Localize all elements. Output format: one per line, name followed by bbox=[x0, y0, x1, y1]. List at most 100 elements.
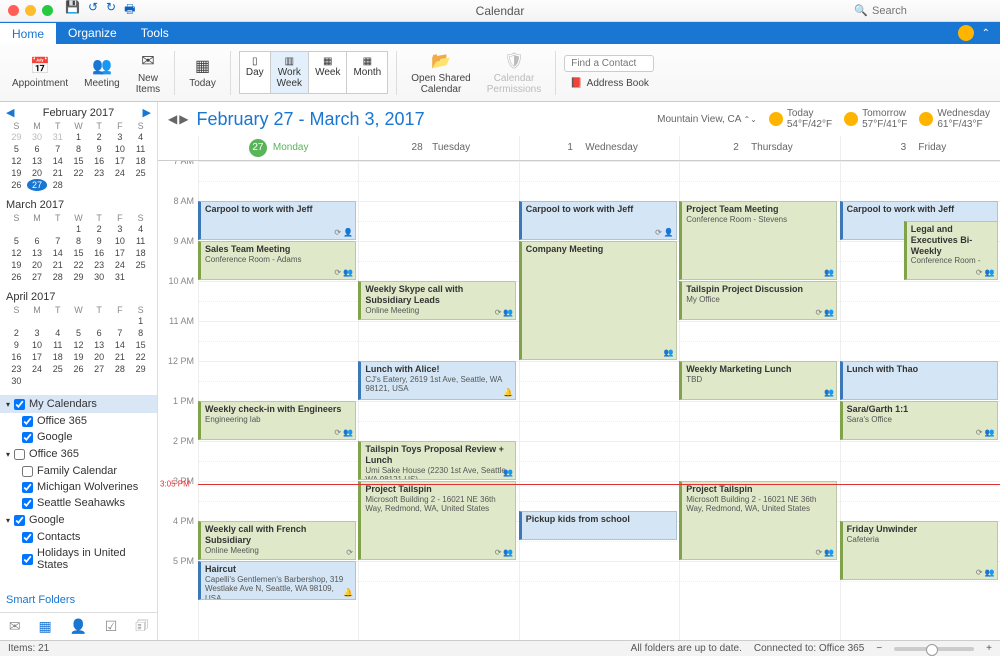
nav-people-icon[interactable]: 👤 bbox=[70, 618, 87, 635]
nav-mail-icon[interactable]: ✉ bbox=[9, 618, 21, 635]
tree-item[interactable]: Family Calendar bbox=[0, 463, 157, 479]
calendar-grid[interactable]: Carpool to work with Jeff⟳👤Sales Team Me… bbox=[198, 161, 1000, 640]
calendar-checkbox[interactable] bbox=[14, 399, 25, 410]
calendar-checkbox[interactable] bbox=[22, 482, 33, 493]
calendar-event[interactable]: Weekly Marketing LunchTBD👥 bbox=[679, 361, 837, 400]
find-contact-input[interactable] bbox=[564, 55, 654, 72]
calendar-checkbox[interactable] bbox=[14, 515, 25, 526]
tree-item[interactable]: Office 365 bbox=[0, 413, 157, 429]
undo-icon[interactable]: ↺ bbox=[88, 0, 98, 21]
calendar-event[interactable]: Weekly call with French SubsidiaryOnline… bbox=[198, 521, 356, 560]
weather-location[interactable]: Mountain View, CA⌃⌄ bbox=[657, 114, 757, 125]
calendar-checkbox[interactable] bbox=[22, 416, 33, 427]
event-status-icon: 🔔 bbox=[503, 388, 513, 398]
calendar-event[interactable]: Carpool to work with Jeff⟳👤 bbox=[519, 201, 677, 240]
weather-day[interactable]: Wednesday61°F/43°F bbox=[919, 108, 990, 130]
prev-month-icon[interactable]: ◀ bbox=[6, 106, 14, 119]
day-column-header[interactable]: 27Monday bbox=[198, 136, 358, 160]
day-column-header[interactable]: 28Tuesday bbox=[358, 136, 518, 160]
zoom-icon[interactable] bbox=[42, 5, 53, 16]
address-book-icon: 📕 bbox=[570, 78, 582, 89]
avatar[interactable] bbox=[958, 25, 974, 41]
event-title: Legal and Executives Bi-Weekly bbox=[911, 224, 993, 256]
calendar-event[interactable]: HaircutCapelli's Gentlemen's Barbershop,… bbox=[198, 561, 356, 600]
tree-item[interactable]: Contacts bbox=[0, 529, 157, 545]
prev-week-button[interactable]: ◀ bbox=[168, 112, 177, 126]
day-column-header[interactable]: 3Friday bbox=[840, 136, 1000, 160]
calendar-checkbox[interactable] bbox=[22, 466, 33, 477]
view-workweek-button[interactable]: ▥Work Week bbox=[271, 51, 309, 94]
nav-tasks-icon[interactable]: ☑ bbox=[105, 618, 118, 635]
calendar-event[interactable]: Sara/Garth 1:1Sara's Office⟳👥 bbox=[840, 401, 998, 440]
calendar-event[interactable]: Friday UnwinderCafeteria⟳👥 bbox=[840, 521, 998, 580]
nav-calendar-icon[interactable]: ▦ bbox=[38, 618, 51, 635]
tree-group[interactable]: ▾Google bbox=[0, 511, 157, 529]
calendar-event[interactable]: Sales Team MeetingConference Room - Adam… bbox=[198, 241, 356, 280]
calendar-event[interactable]: Company Meeting👥 bbox=[519, 241, 677, 360]
calendar-event[interactable]: Carpool to work with Jeff⟳👤 bbox=[198, 201, 356, 240]
mini-calendar[interactable]: ◀February 2017▶SMTWTFS293031123456789101… bbox=[0, 102, 157, 195]
tree-group[interactable]: ▾My Calendars bbox=[0, 395, 157, 413]
zoom-slider[interactable] bbox=[894, 647, 974, 651]
view-month-button[interactable]: ▦Month bbox=[347, 51, 388, 94]
nav-bar: ✉ ▦ 👤 ☑ 🗊 bbox=[0, 612, 157, 640]
tab-tools[interactable]: Tools bbox=[129, 22, 181, 44]
address-book-button[interactable]: 📕Address Book bbox=[564, 76, 655, 91]
mini-calendar[interactable]: March 2017SMTWTFS12345678910111213141516… bbox=[0, 195, 157, 287]
calendar-event[interactable]: Tailspin Toys Proposal Review + LunchUmi… bbox=[358, 441, 516, 480]
calendar-checkbox[interactable] bbox=[22, 432, 33, 443]
smart-folders[interactable]: Smart Folders bbox=[0, 588, 157, 612]
tree-item[interactable]: Holidays in United States bbox=[0, 545, 157, 573]
weather-bar: Mountain View, CA⌃⌄ Today54°F/42°F Tomorr… bbox=[657, 108, 990, 130]
search-input[interactable] bbox=[872, 5, 992, 17]
tree-group[interactable]: ▾Office 365 bbox=[0, 445, 157, 463]
calendar-event[interactable]: Tailspin Project DiscussionMy Office⟳👥 bbox=[679, 281, 837, 320]
tree-item[interactable]: Seattle Seahawks bbox=[0, 495, 157, 511]
nav-notes-icon[interactable]: 🗊 bbox=[135, 615, 148, 639]
calendar-event[interactable]: Project Team MeetingConference Room - St… bbox=[679, 201, 837, 280]
day-column-header[interactable]: 2Thursday bbox=[679, 136, 839, 160]
mini-calendar[interactable]: April 2017SMTWTFS12345678910111213141516… bbox=[0, 287, 157, 391]
weather-day[interactable]: Today54°F/42°F bbox=[769, 108, 832, 130]
new-icon: ✉ bbox=[138, 51, 158, 71]
weather-day[interactable]: Tomorrow57°F/41°F bbox=[844, 108, 907, 130]
event-location: Umi Sake House (2230 1st Ave, Seattle, W… bbox=[365, 466, 511, 480]
calendar-event[interactable]: Legal and Executives Bi-WeeklyConference… bbox=[904, 221, 998, 280]
redo-icon[interactable]: ↻ bbox=[106, 0, 116, 21]
next-week-button[interactable]: ▶ bbox=[179, 112, 188, 126]
tab-organize[interactable]: Organize bbox=[56, 22, 129, 44]
print-icon[interactable]: 🖶 bbox=[124, 0, 135, 21]
meeting-button[interactable]: 👥Meeting bbox=[78, 47, 126, 99]
ribbon-collapse-icon[interactable]: ⌃ bbox=[982, 28, 990, 39]
tab-home[interactable]: Home bbox=[0, 22, 56, 44]
tree-item[interactable]: Michigan Wolverines bbox=[0, 479, 157, 495]
permissions-button[interactable]: 🛡Calendar Permissions bbox=[481, 47, 547, 99]
calendar-event[interactable]: Project TailspinMicrosoft Building 2 - 1… bbox=[679, 481, 837, 560]
zoom-out-button[interactable]: − bbox=[876, 643, 882, 654]
appointment-button[interactable]: 📅Appointment bbox=[6, 47, 74, 99]
day-column-header[interactable]: 1Wednesday bbox=[519, 136, 679, 160]
calendar-event[interactable]: Project TailspinMicrosoft Building 2 - 1… bbox=[358, 481, 516, 560]
open-shared-button[interactable]: 📂Open Shared Calendar bbox=[405, 47, 477, 99]
view-day-button[interactable]: ▯Day bbox=[239, 51, 271, 94]
calendar-checkbox[interactable] bbox=[22, 498, 33, 509]
tree-item[interactable]: Google bbox=[0, 429, 157, 445]
calendar-event[interactable]: Pickup kids from school bbox=[519, 511, 677, 540]
calendar-event[interactable]: Weekly Skype call with Subsidiary LeadsO… bbox=[358, 281, 516, 320]
calendar-checkbox[interactable] bbox=[14, 449, 25, 460]
close-icon[interactable] bbox=[8, 5, 19, 16]
next-month-icon[interactable]: ▶ bbox=[143, 106, 151, 119]
calendar-event[interactable]: Lunch with Thao bbox=[840, 361, 998, 400]
minimize-icon[interactable] bbox=[25, 5, 36, 16]
save-icon[interactable]: 💾 bbox=[65, 0, 80, 21]
calendar-event[interactable]: Lunch with Alice!CJ's Eatery, 2619 1st A… bbox=[358, 361, 516, 400]
calendar-event[interactable]: Weekly check-in with EngineersEngineerin… bbox=[198, 401, 356, 440]
view-week-button[interactable]: ▦Week bbox=[309, 51, 347, 94]
today-button[interactable]: ▦Today bbox=[183, 47, 222, 99]
calendar-checkbox[interactable] bbox=[22, 532, 33, 543]
event-location: Engineering lab bbox=[205, 415, 351, 425]
event-title: Carpool to work with Jeff bbox=[205, 204, 351, 215]
calendar-checkbox[interactable] bbox=[22, 554, 33, 565]
new-items-button[interactable]: ✉New Items bbox=[130, 47, 166, 99]
zoom-in-button[interactable]: + bbox=[986, 643, 992, 654]
